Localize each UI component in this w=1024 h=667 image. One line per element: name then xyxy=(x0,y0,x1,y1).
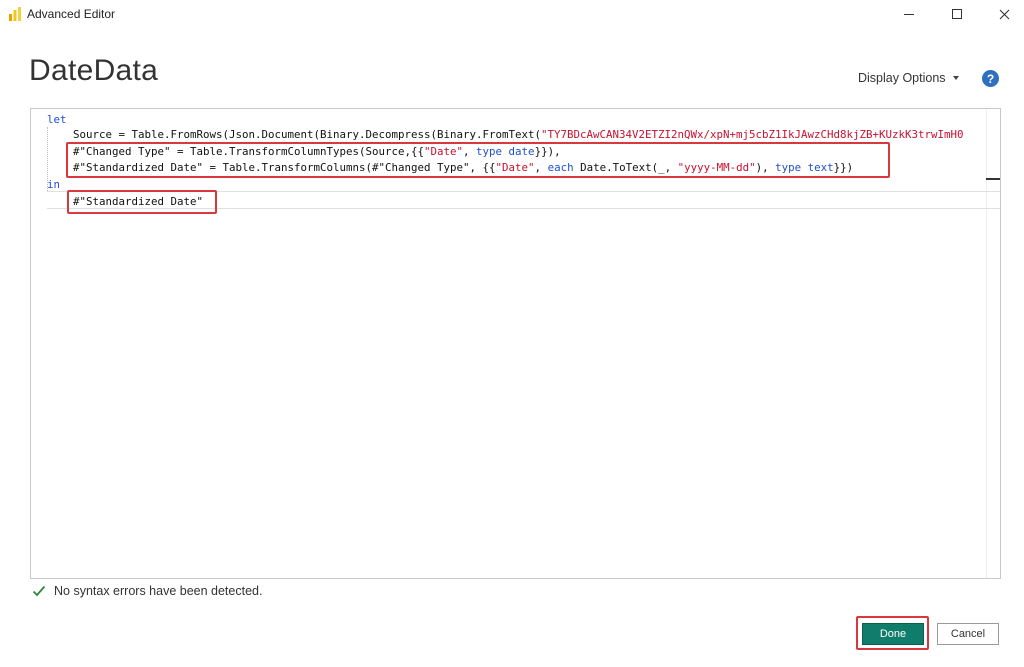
maximize-icon xyxy=(952,9,962,19)
code-token: , xyxy=(534,161,548,174)
code-line[interactable]: #"Standardized Date" = Table.TransformCo… xyxy=(73,160,853,176)
code-line[interactable]: in xyxy=(47,177,60,193)
done-button[interactable]: Done xyxy=(862,623,924,645)
code-editor[interactable]: let Source = Table.FromRows(Json.Document… xyxy=(30,108,1001,579)
close-button[interactable] xyxy=(981,0,1024,28)
code-token: }}), xyxy=(534,145,561,158)
display-options-dropdown[interactable]: Display Options xyxy=(858,71,959,85)
code-token: each xyxy=(547,161,574,174)
query-title: DateData xyxy=(29,54,159,87)
code-token: Date.ToText(_, xyxy=(573,161,678,174)
syntax-status: No syntax errors have been detected. xyxy=(32,584,262,598)
code-token: "TY7BDcAwCAN34V2ETZI2nQWx/xpN+mj5cbZ1IkJ… xyxy=(541,128,964,141)
title-bar: Advanced Editor xyxy=(0,0,1024,28)
code-line[interactable]: #"Changed Type" = Table.TransformColumnT… xyxy=(73,144,561,160)
code-token: "Date" xyxy=(424,145,464,158)
code-token: "yyyy-MM-dd" xyxy=(677,161,756,174)
code-token: "Date" xyxy=(495,161,535,174)
code-token: }}) xyxy=(833,161,854,174)
help-icon[interactable]: ? xyxy=(982,70,999,87)
maximize-button[interactable] xyxy=(934,0,980,28)
code-token: Source = Table.FromRows(Json.Document(Bi… xyxy=(73,128,542,141)
close-icon xyxy=(999,9,1009,19)
help-glyph: ? xyxy=(986,71,995,86)
code-token: #"Changed Type" = Table.TransformColumnT… xyxy=(73,145,425,158)
code-line[interactable]: Source = Table.FromRows(Json.Document(Bi… xyxy=(73,127,964,143)
code-line[interactable]: let xyxy=(47,112,67,128)
chevron-down-icon xyxy=(952,76,959,80)
code-token: let xyxy=(47,113,67,126)
power-bi-icon xyxy=(9,7,21,21)
code-token: #"Standardized Date" = Table.TransformCo… xyxy=(73,161,496,174)
minimize-icon xyxy=(904,13,914,15)
minimize-button[interactable] xyxy=(886,0,932,28)
window-title: Advanced Editor xyxy=(27,7,116,21)
display-options-label: Display Options xyxy=(858,71,946,85)
code-token: type text xyxy=(775,161,834,174)
code-token: , xyxy=(463,145,477,158)
code-token: type date xyxy=(476,145,535,158)
syntax-status-message: No syntax errors have been detected. xyxy=(54,584,263,598)
code-token: #"Standardized Date" xyxy=(73,195,204,208)
scroll-marker xyxy=(986,178,1000,180)
code-line[interactable]: #"Standardized Date" xyxy=(73,194,203,210)
code-token: ), xyxy=(755,161,776,174)
code-token: in xyxy=(47,178,61,191)
cancel-button[interactable]: Cancel xyxy=(937,623,999,645)
checkmark-icon xyxy=(32,585,46,597)
